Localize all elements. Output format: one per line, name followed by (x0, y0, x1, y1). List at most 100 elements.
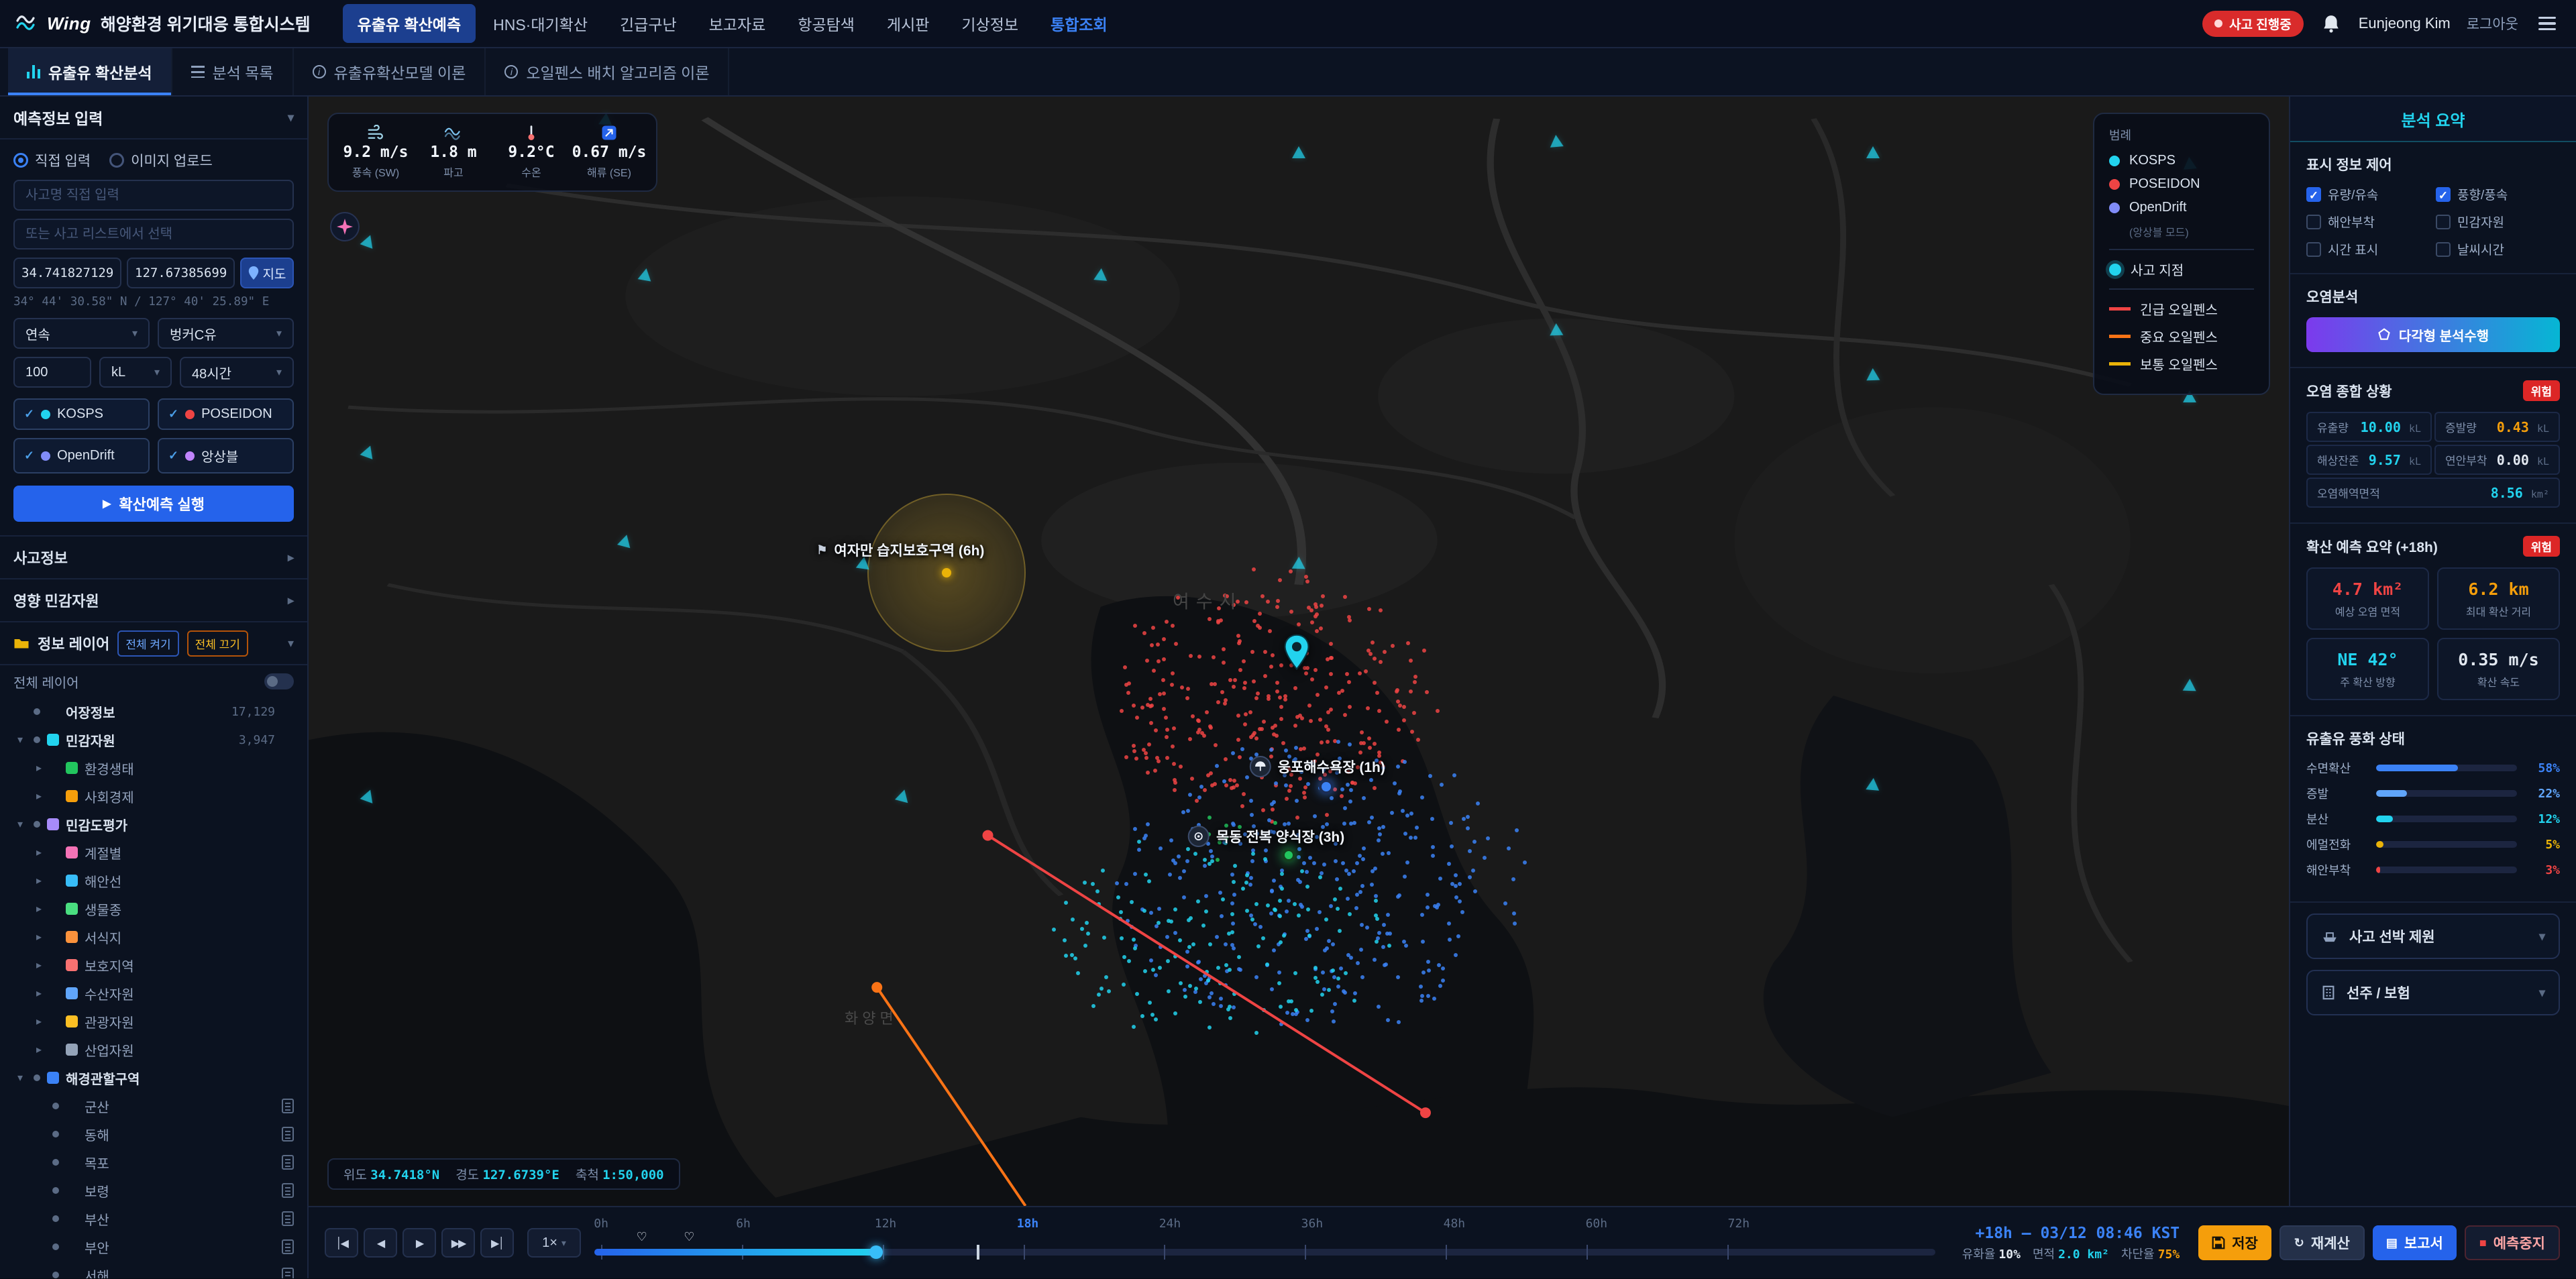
layer-tree-item[interactable]: ▾ 해경관할구역 (0, 1064, 307, 1092)
timeline-tick-label[interactable]: 48h (1444, 1217, 1466, 1231)
tab[interactable]: 오일펜스 배치 알고리즘 이론 (486, 48, 730, 95)
map-pick-button[interactable]: 지도 (240, 258, 294, 288)
layer-tree-item[interactable]: ▾ 민감자원 3,947 (0, 726, 307, 754)
notification-bell-icon[interactable] (2320, 11, 2343, 36)
logout-button[interactable]: 로그아웃 (2467, 13, 2518, 34)
play-button[interactable]: ▶ (402, 1228, 436, 1258)
checkbox-icon[interactable] (2436, 214, 2451, 229)
tree-chevron-icon[interactable]: ▸ (32, 874, 46, 887)
polygon-analysis-button[interactable]: 다각형 분석수행 (2306, 317, 2560, 352)
layer-toggle-dot[interactable] (52, 1243, 59, 1250)
nav-item[interactable]: 보고자료 (694, 4, 781, 43)
layer-tree-item[interactable]: ▸ 보호지역 (0, 951, 307, 979)
tree-chevron-icon[interactable]: ▸ (32, 1015, 46, 1028)
latitude-input[interactable] (13, 258, 121, 288)
checkbox-icon[interactable] (2436, 186, 2451, 202)
layer-tree-item[interactable]: ▸ 계절별 (0, 838, 307, 867)
nav-item[interactable]: 게시판 (872, 4, 944, 43)
owner-insurance-section[interactable]: 선주 / 보험 ▾ (2306, 970, 2560, 1015)
save-button[interactable]: 저장 (2198, 1225, 2271, 1260)
menu-icon[interactable] (2534, 13, 2560, 34)
skip-start-button[interactable]: │◀ (325, 1228, 358, 1258)
tab[interactable]: 유출유확산모델 이론 (294, 48, 486, 95)
timeline-track[interactable] (594, 1245, 1935, 1260)
display-option[interactable]: 날씨시간 (2436, 240, 2560, 258)
timeline-tick-label[interactable]: 6h (736, 1217, 751, 1231)
layer-toggle-dot[interactable] (52, 1187, 59, 1194)
tree-chevron-icon[interactable]: ▸ (32, 789, 46, 803)
beach-point[interactable] (1319, 779, 1334, 794)
timeline-tick-label[interactable]: 12h (875, 1217, 897, 1231)
ship-spec-section[interactable]: 사고 선박 제원 ▾ (2306, 913, 2560, 959)
layer-toggle-dot[interactable] (52, 877, 59, 884)
display-option[interactable]: 풍향/풍속 (2436, 185, 2560, 203)
layer-toggle-dot[interactable] (52, 905, 59, 912)
checkbox-icon[interactable] (2306, 241, 2321, 257)
layer-page-icon[interactable] (282, 1099, 294, 1113)
layer-tree-item[interactable]: 부안 (0, 1233, 307, 1261)
layer-toggle-dot[interactable] (34, 708, 40, 715)
layer-tree-item[interactable]: 부산 (0, 1205, 307, 1233)
display-option[interactable]: 유량/유속 (2306, 185, 2430, 203)
tree-chevron-icon[interactable]: ▸ (32, 958, 46, 972)
tree-chevron-icon[interactable]: ▸ (32, 846, 46, 859)
model-toggle[interactable]: ✓ OpenDrift (13, 438, 150, 474)
radio-direct-input[interactable]: 직접 입력 (13, 150, 91, 170)
timeline-tick-label[interactable]: 0h (594, 1217, 608, 1231)
speed-select[interactable]: 1× ▾ (527, 1228, 581, 1258)
tree-chevron-icon[interactable]: ▾ (13, 733, 27, 746)
farm-point[interactable] (1282, 848, 1296, 863)
layer-tree-item[interactable]: ▾ 민감도평가 (0, 810, 307, 838)
fast-forward-button[interactable]: ▶▶ (441, 1228, 475, 1258)
layer-toggle-dot[interactable] (52, 934, 59, 940)
layer-tree-item[interactable]: ▸ 사회경제 (0, 782, 307, 810)
layer-toggle-dot[interactable] (52, 1131, 59, 1137)
nav-item[interactable]: 기상정보 (947, 4, 1033, 43)
wind-rose-icon[interactable] (330, 212, 360, 241)
tree-chevron-icon[interactable]: ▸ (32, 930, 46, 944)
section-sensitive-resources[interactable]: 영향 민감자원 ▸ (0, 579, 307, 622)
layer-toggle-dot[interactable] (52, 765, 59, 771)
amount-input[interactable] (13, 357, 91, 388)
layers-all-on-button[interactable]: 전체 켜기 (117, 630, 179, 657)
layer-page-icon[interactable] (282, 1183, 294, 1198)
layer-toggle-dot[interactable] (34, 736, 40, 743)
tab[interactable]: 분석 목록 (172, 48, 294, 95)
map-canvas[interactable]: 여수시 화양면 ⚑ 여자만 습지보호구역 (6h) 웅포해수욕장 (1h) 목동… (309, 97, 2289, 1206)
spill-type-select[interactable]: 연속 ▾ (13, 318, 150, 349)
layer-toggle-dot[interactable] (34, 1074, 40, 1081)
accident-name-input[interactable] (13, 180, 294, 211)
tree-chevron-icon[interactable]: ▸ (32, 987, 46, 1000)
model-toggle[interactable]: ✓ POSEIDON (158, 398, 294, 430)
user-name[interactable]: Eunjeong Kim (2359, 15, 2451, 32)
layer-tree-item[interactable]: 어장정보 17,129 (0, 698, 307, 726)
prediction-input-header[interactable]: 예측정보 입력 ▾ (0, 97, 307, 140)
display-option[interactable]: 해안부착 (2306, 213, 2430, 231)
layer-tree-item[interactable]: ▸ 산업자원 (0, 1036, 307, 1064)
layer-page-icon[interactable] (282, 1155, 294, 1170)
checkbox-icon[interactable] (2306, 186, 2321, 202)
run-prediction-button[interactable]: ▶ 확산예측 실행 (13, 486, 294, 522)
layer-tree-item[interactable]: 동해 (0, 1120, 307, 1148)
model-toggle[interactable]: ✓ 앙상블 (158, 438, 294, 474)
tree-chevron-icon[interactable]: ▸ (32, 902, 46, 915)
tree-chevron-icon[interactable]: ▾ (13, 818, 27, 831)
tree-chevron-icon[interactable]: ▾ (13, 1071, 27, 1085)
timeline-tick-label[interactable]: 18h (1017, 1217, 1039, 1231)
layers-all-off-button[interactable]: 전체 끄기 (186, 630, 248, 657)
layer-toggle-dot[interactable] (52, 1215, 59, 1222)
timeline-tick-label[interactable]: 72h (1728, 1217, 1750, 1231)
nav-item[interactable]: 통합조회 (1036, 4, 1122, 43)
tab[interactable]: 유출유 확산분석 (8, 48, 172, 95)
incident-pin[interactable] (1282, 634, 1311, 677)
layer-toggle-dot[interactable] (52, 1159, 59, 1166)
step-back-button[interactable]: ◀ (364, 1228, 397, 1258)
nav-item[interactable]: 유출유 확산예측 (342, 4, 476, 43)
accident-list-input[interactable] (13, 219, 294, 249)
master-layer-toggle[interactable] (264, 673, 294, 689)
checkbox-icon[interactable] (2306, 214, 2321, 229)
tree-chevron-icon[interactable]: ▸ (32, 1043, 46, 1056)
checkbox-icon[interactable] (2436, 241, 2451, 257)
layer-tree-item[interactable]: ▸ 관광자원 (0, 1007, 307, 1036)
layer-tree-item[interactable]: ▸ 해안선 (0, 867, 307, 895)
